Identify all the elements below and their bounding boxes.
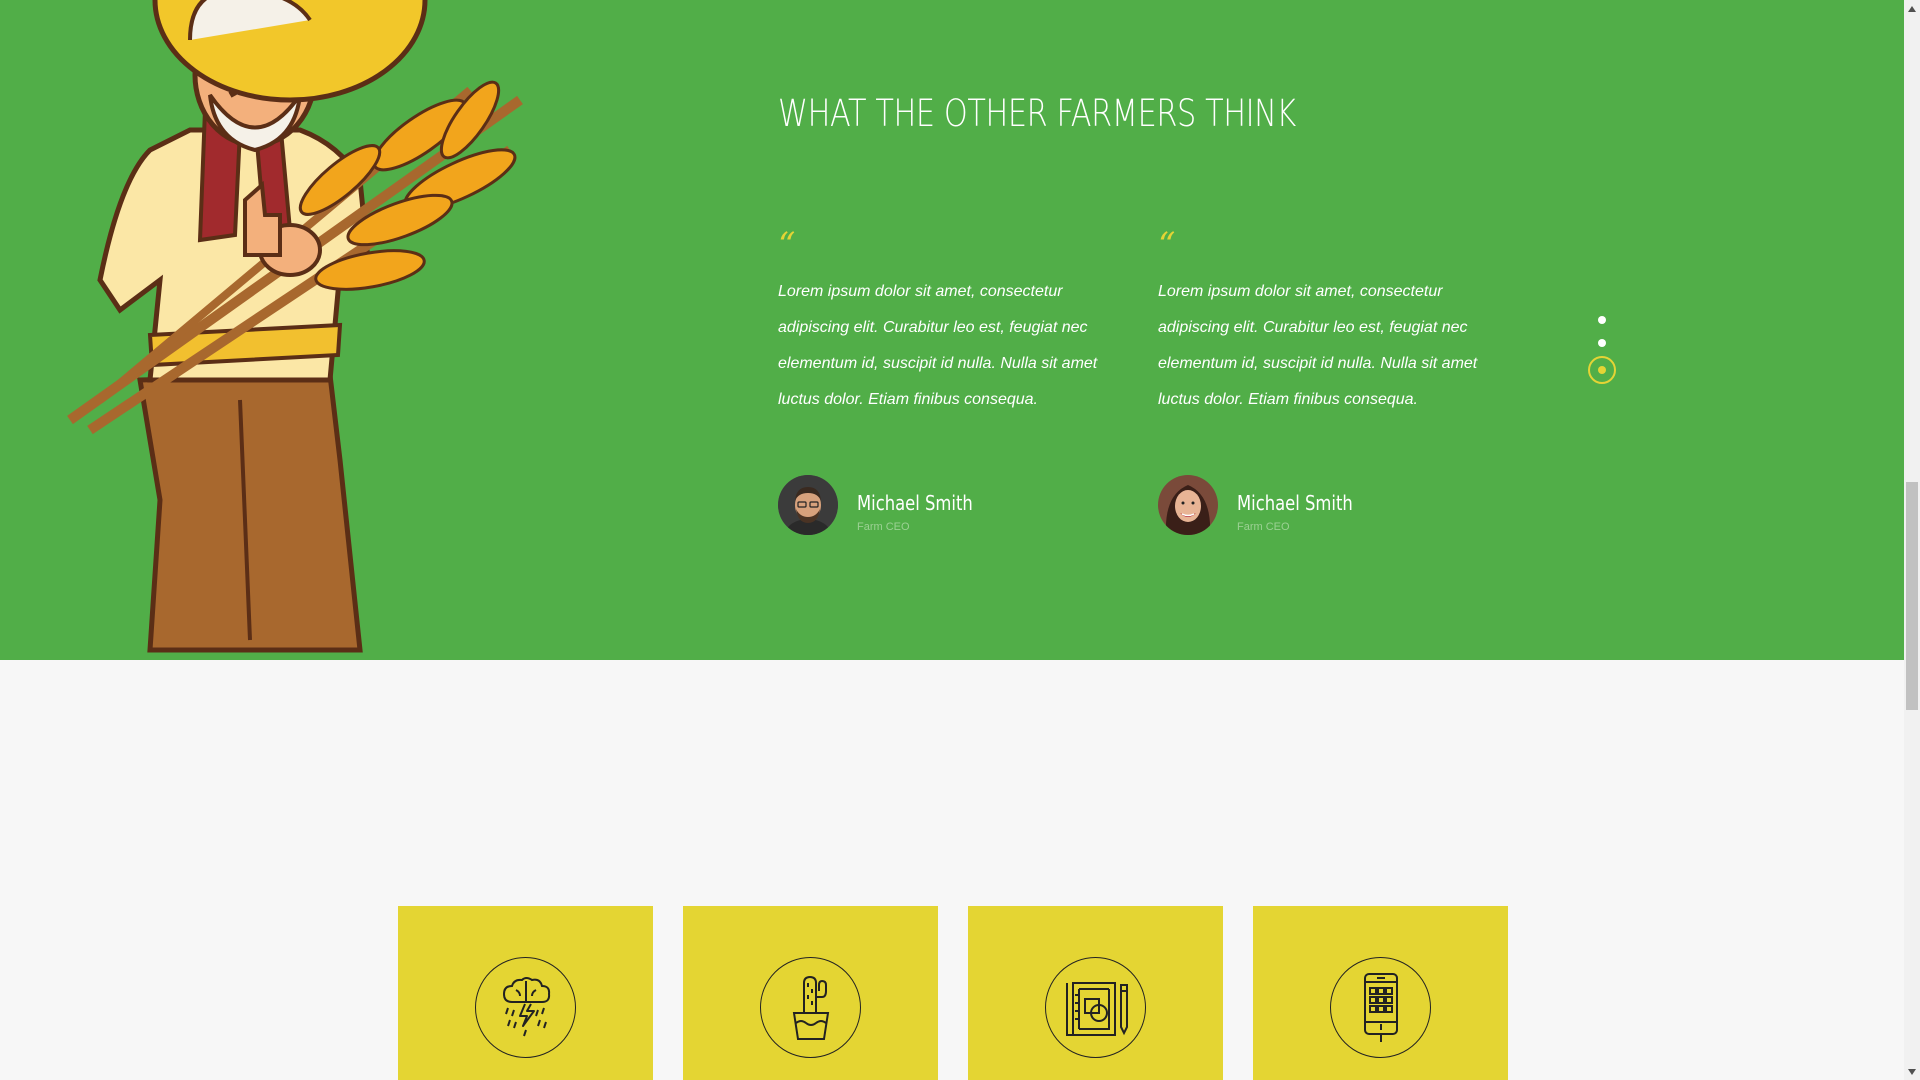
slider-dot-2[interactable]	[1598, 339, 1606, 347]
design-notebook-icon	[1045, 957, 1146, 1058]
author-role: Farm CEO	[1237, 521, 1290, 533]
section-heading: WHAT THE OTHER FARMERS THINK	[778, 92, 1296, 135]
scroll-up-arrow-icon[interactable]	[1904, 0, 1920, 17]
feature-card[interactable]	[683, 906, 938, 1080]
farmer-illustration	[67, 0, 523, 653]
testimonial-author: Michael Smith Farm CEO	[778, 475, 998, 535]
author-name: Michael Smith	[1237, 491, 1353, 515]
testimonial-text: Lorem ipsum dolor sit amet, consectetur …	[778, 283, 1098, 408]
scrollbar-thumb[interactable]	[1906, 482, 1918, 710]
page-scrollbar[interactable]	[1904, 0, 1920, 1080]
testimonial-author: Michael Smith Farm CEO	[1158, 475, 1378, 535]
brain-storm-icon	[475, 957, 576, 1058]
scroll-down-arrow-icon[interactable]	[1904, 1063, 1920, 1080]
author-role: Farm CEO	[857, 521, 910, 533]
slider-dot-1[interactable]	[1598, 316, 1606, 324]
testimonials-section: WHAT THE OTHER FARMERS THINK “ Lorem ips…	[0, 0, 1904, 660]
cactus-pot-icon	[760, 957, 861, 1058]
testimonial-card: “ Lorem ipsum dolor sit amet, consectetu…	[778, 225, 1138, 535]
page: WHAT THE OTHER FARMERS THINK “ Lorem ips…	[0, 0, 1920, 1080]
quote-mark-icon: “	[778, 225, 796, 265]
feature-card[interactable]	[398, 906, 653, 1080]
smiling-woman-avatar	[1158, 475, 1218, 535]
quote-mark-icon: “	[1158, 225, 1176, 265]
slider-dot-3-active[interactable]	[1588, 356, 1616, 384]
mobile-app-icon	[1330, 957, 1431, 1058]
author-name: Michael Smith	[857, 491, 973, 515]
feature-card[interactable]	[968, 906, 1223, 1080]
testimonial-card: “ Lorem ipsum dolor sit amet, consectetu…	[1158, 225, 1518, 535]
feature-card[interactable]	[1253, 906, 1508, 1080]
slider-pagination	[1588, 316, 1616, 384]
bearded-man-avatar	[778, 475, 838, 535]
testimonial-text: Lorem ipsum dolor sit amet, consectetur …	[1158, 283, 1478, 408]
